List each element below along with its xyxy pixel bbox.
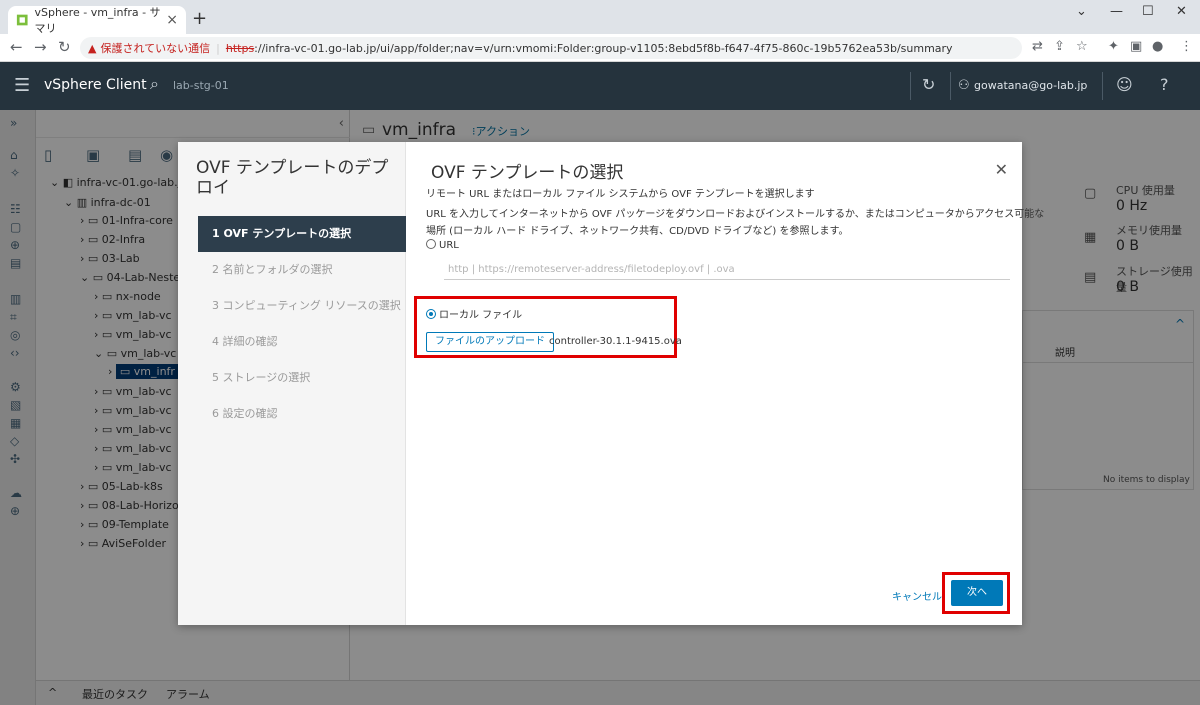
maximize-icon[interactable]: ☐ bbox=[1142, 4, 1154, 19]
next-button[interactable]: 次へ bbox=[951, 580, 1003, 606]
description-line: リモート URL またはローカル ファイル システムから OVF テンプレートを… bbox=[426, 189, 815, 200]
browser-tab[interactable]: vSphere - vm_infra - サマリ × bbox=[8, 6, 186, 35]
new-tab-icon[interactable]: + bbox=[192, 8, 207, 29]
url-separator: | bbox=[216, 41, 220, 55]
share-icon[interactable]: ⇪ bbox=[1054, 39, 1065, 54]
bookmark-star-icon[interactable]: ☆ bbox=[1076, 39, 1088, 54]
search-input[interactable]: lab-stg-01 bbox=[173, 79, 229, 92]
deploy-ovf-wizard: OVF テンプレートのデプロイ 1 OVF テンプレートの選択 2 名前とフォル… bbox=[178, 142, 1044, 625]
step-select-template[interactable]: 1 OVF テンプレートの選択 bbox=[198, 216, 406, 252]
tab-close-icon[interactable]: × bbox=[166, 12, 178, 28]
url-input[interactable]: http | https://remoteserver-address/file… bbox=[444, 258, 1010, 280]
local-file-radio[interactable] bbox=[426, 309, 436, 319]
hamburger-menu-icon[interactable]: ☰ bbox=[14, 75, 30, 96]
wizard-page-title: OVF テンプレートの選択 bbox=[431, 163, 624, 183]
description-line: 場所 (ローカル ハード ドライブ、ネットワーク共有、CD/DVD ドライブなど… bbox=[426, 226, 849, 237]
chrome-menu-icon[interactable]: ⋮ bbox=[1180, 39, 1193, 54]
header-divider bbox=[1102, 72, 1103, 100]
tab-search-icon[interactable]: ⌄ bbox=[1076, 4, 1087, 19]
step-select-storage: 5 ストレージの選択 bbox=[212, 371, 311, 384]
reload-icon[interactable]: ↻ bbox=[58, 38, 71, 56]
tab-title: vSphere - vm_infra - サマリ bbox=[34, 6, 161, 35]
feedback-smiley-icon[interactable]: ☺ bbox=[1116, 75, 1133, 94]
sidepanel-icon[interactable]: ▣ bbox=[1130, 39, 1142, 54]
forward-icon[interactable]: → bbox=[34, 38, 47, 56]
app-brand: vSphere Client bbox=[44, 77, 147, 93]
step-review-details: 4 詳細の確認 bbox=[212, 335, 278, 348]
refresh-icon[interactable]: ↻ bbox=[922, 75, 935, 94]
security-warning: 保護されていない通信 bbox=[100, 42, 211, 55]
user-icon: ⚇ bbox=[958, 78, 970, 93]
vsphere-favicon-icon bbox=[16, 14, 28, 26]
wizard-content: OVF テンプレートの選択 ✕ リモート URL またはローカル ファイル シス… bbox=[406, 142, 1044, 625]
extensions-icon[interactable]: ✦ bbox=[1108, 39, 1119, 54]
url-field[interactable]: ▲ 保護されていない通信 | https ://infra-vc-01.go-l… bbox=[80, 37, 1022, 59]
wizard-steps: 1 OVF テンプレートの選択 2 名前とフォルダの選択 3 コンピューティング… bbox=[198, 216, 406, 432]
wizard-title: OVF テンプレートのデプロイ bbox=[196, 158, 389, 198]
header-divider bbox=[950, 72, 951, 100]
minimize-icon[interactable]: — bbox=[1110, 4, 1123, 19]
close-icon[interactable]: ✕ bbox=[995, 160, 1008, 179]
back-icon[interactable]: ← bbox=[10, 38, 23, 56]
url-radio[interactable] bbox=[426, 239, 436, 249]
cancel-button[interactable]: キャンセル bbox=[892, 588, 942, 603]
search-icon[interactable]: ⌕ bbox=[150, 74, 159, 94]
translate-icon[interactable]: ⇄ bbox=[1032, 39, 1043, 54]
description-line: URL を入力してインターネットから OVF パッケージをダウンロードおよびイン… bbox=[426, 209, 1045, 220]
vsphere-header: ☰ vSphere Client ⌕ lab-stg-01 ↻ ⚇ gowata… bbox=[0, 62, 1200, 110]
url-path: ://infra-vc-01.go-lab.jp/ui/app/folder;n… bbox=[254, 41, 953, 55]
header-divider bbox=[910, 72, 911, 100]
help-icon[interactable]: ? bbox=[1160, 75, 1169, 94]
window-close-icon[interactable]: ✕ bbox=[1176, 4, 1187, 19]
browser-tab-bar: vSphere - vm_infra - サマリ × + ⌄ — ☐ ✕ bbox=[0, 0, 1200, 35]
url-scheme: https bbox=[225, 41, 255, 55]
upload-files-button[interactable]: ファイルのアップロード bbox=[426, 332, 554, 352]
step-ready-complete: 6 設定の確認 bbox=[212, 407, 278, 420]
local-file-radio-option[interactable]: ローカル ファイル bbox=[426, 306, 522, 321]
address-bar-row: ← → ↻ ▲ 保護されていない通信 | https ://infra-vc-0… bbox=[0, 34, 1200, 62]
step-compute-resource: 3 コンピューティング リソースの選択 bbox=[212, 299, 401, 312]
url-radio-option[interactable]: URL bbox=[426, 239, 459, 251]
wizard-sidebar: OVF テンプレートのデプロイ 1 OVF テンプレートの選択 2 名前とフォル… bbox=[178, 142, 406, 625]
warning-icon: ▲ bbox=[88, 41, 97, 55]
user-menu[interactable]: gowatana@go-lab.jp bbox=[974, 79, 1087, 92]
profile-avatar-icon[interactable]: ● bbox=[1152, 39, 1163, 54]
selected-file-name: controller-30.1.1-9415.ova bbox=[549, 336, 682, 347]
step-name-folder: 2 名前とフォルダの選択 bbox=[212, 263, 333, 276]
